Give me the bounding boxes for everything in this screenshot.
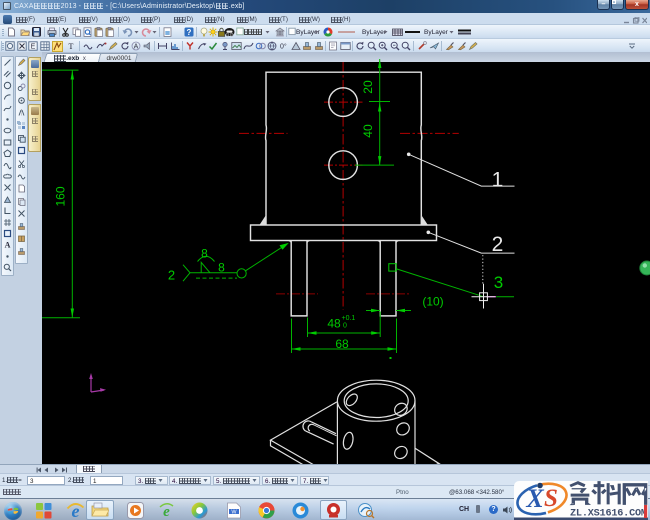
svg-text:W: W bbox=[231, 509, 237, 515]
svg-text:A: A bbox=[5, 241, 11, 250]
svg-text:0: 0 bbox=[343, 322, 347, 329]
svg-text:2: 2 bbox=[168, 267, 175, 282]
svg-text:e: e bbox=[163, 504, 170, 519]
svg-text:68: 68 bbox=[335, 337, 349, 351]
svg-text:S: S bbox=[544, 485, 558, 512]
svg-text:8: 8 bbox=[218, 260, 225, 274]
svg-text:0°: 0° bbox=[280, 43, 287, 51]
svg-text:T: T bbox=[69, 42, 74, 51]
svg-text:X: X bbox=[525, 484, 544, 513]
svg-text:40: 40 bbox=[361, 124, 375, 138]
svg-text:1: 1 bbox=[492, 168, 504, 191]
svg-text:2: 2 bbox=[492, 233, 504, 256]
svg-text:3: 3 bbox=[494, 273, 503, 292]
svg-text:+0.1: +0.1 bbox=[342, 315, 356, 322]
svg-text:E: E bbox=[31, 44, 36, 51]
svg-text:A: A bbox=[134, 44, 139, 51]
svg-text:?: ? bbox=[187, 28, 192, 37]
svg-text:20: 20 bbox=[361, 80, 375, 94]
svg-text:48: 48 bbox=[327, 316, 341, 330]
svg-text:(10): (10) bbox=[422, 294, 443, 308]
svg-text:160: 160 bbox=[54, 186, 68, 206]
svg-text:8: 8 bbox=[201, 246, 208, 260]
